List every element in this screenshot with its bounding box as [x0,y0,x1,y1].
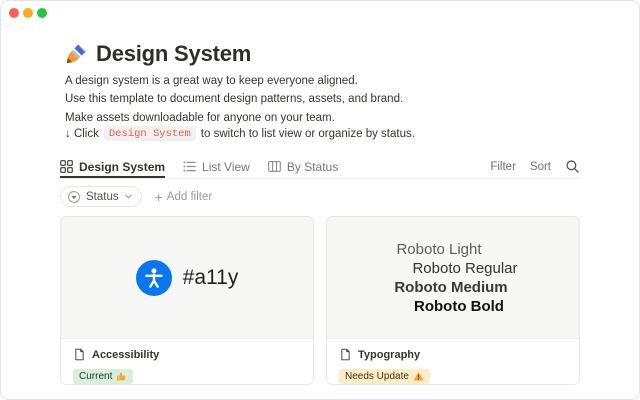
warning-icon [413,371,424,382]
page-header: Design System [64,41,251,67]
card-cover: Roboto Light Roboto Regular Roboto Mediu… [327,217,579,339]
chevron-down-icon [124,192,133,201]
list-view-icon [183,160,196,173]
callout-suffix: to switch to list view or organize by st… [201,128,415,140]
status-filter-pill[interactable]: Status [60,186,142,207]
card-body: Typography Needs Update [327,339,579,384]
badge-label: Needs Update [345,371,409,382]
tab-label: List View [202,160,250,174]
card-title: Typography [358,349,420,361]
page-icon [339,348,352,361]
description-line: Use this template to document design pat… [65,90,403,108]
gallery-view-icon [60,160,73,173]
font-sample-regular: Roboto Regular [412,259,517,278]
callout-line: ↓ Click Design System to switch to list … [65,126,415,141]
plus-icon: + [155,190,163,204]
tab-list-view[interactable]: List View [183,155,250,178]
search-icon[interactable] [565,159,580,174]
card-body: Accessibility Current [61,339,313,384]
minimize-window-button[interactable] [23,8,33,18]
notion-window: Design System A design system is a great… [0,0,640,400]
thumbs-up-icon [116,371,127,382]
description-line: Make assets downloadable for anyone on y… [65,109,403,127]
tab-by-status[interactable]: By Status [268,155,338,178]
status-badge: Needs Update [339,369,430,384]
card-cover: #a11y [61,217,313,339]
filter-bar: Status + Add filter [60,186,212,207]
paintbrush-icon [64,43,87,66]
inline-code-chip: Design System [104,126,196,141]
font-weight-samples: Roboto Light Roboto Regular Roboto Mediu… [396,240,509,316]
filter-button[interactable]: Filter [490,161,516,173]
font-sample-bold: Roboto Bold [414,297,504,316]
description-line: A design system is a great way to keep e… [65,72,403,90]
badge-label: Current [79,371,112,382]
callout-prefix: ↓ Click [65,128,99,140]
sort-button[interactable]: Sort [530,161,551,173]
tab-design-system[interactable]: Design System [60,155,165,178]
status-filter-label: Status [86,191,119,203]
tab-label: By Status [287,160,338,174]
tab-label: Design System [79,160,165,174]
window-controls [9,8,47,18]
page-title: Design System [96,41,251,67]
card-title: Accessibility [92,349,159,361]
add-filter-button[interactable]: + Add filter [155,190,213,204]
zoom-window-button[interactable] [37,8,47,18]
font-sample-medium: Roboto Medium [394,278,507,297]
font-sample-light: Roboto Light [396,240,481,259]
a11y-tag-text: #a11y [183,266,239,290]
close-window-button[interactable] [9,8,19,18]
card-typography[interactable]: Roboto Light Roboto Regular Roboto Mediu… [326,216,580,385]
page-icon [73,348,86,361]
status-badge: Current [73,369,133,384]
page-description: A design system is a great way to keep e… [65,72,403,127]
view-tabs-bar: Design System List View By Status [60,155,580,179]
status-circle-icon [67,190,81,204]
accessibility-icon [136,260,172,296]
view-actions: Filter Sort [490,159,580,174]
gallery-cards: #a11y Accessibility Current [60,216,580,385]
add-filter-label: Add filter [167,191,212,203]
board-view-icon [268,160,281,173]
card-accessibility[interactable]: #a11y Accessibility Current [60,216,314,385]
